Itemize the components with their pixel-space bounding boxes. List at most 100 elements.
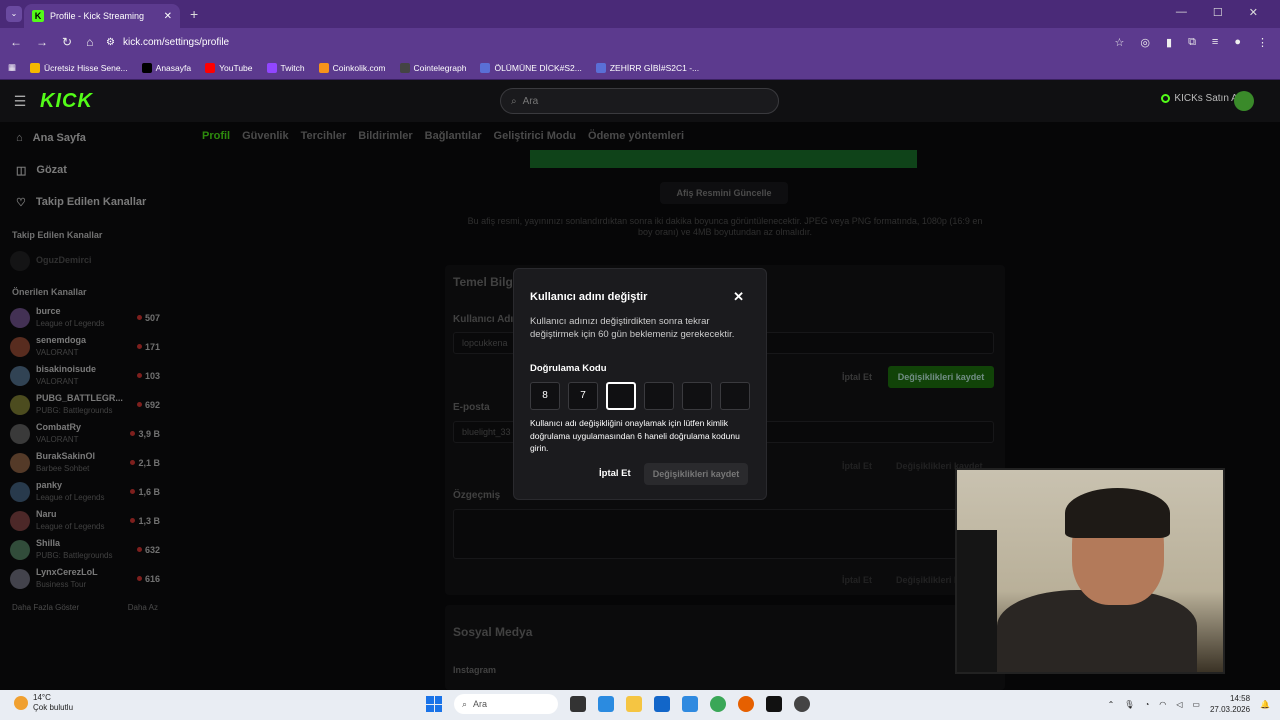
kicks-coin-icon [1161,94,1171,103]
maximize-icon[interactable]: ☐ [1213,6,1223,19]
bookmark-favicon-icon [595,62,606,73]
battery-icon[interactable]: ▭ [1192,700,1200,709]
mail-icon[interactable] [682,696,698,712]
bookmark-label: ZEHİRR GİBİ#S2C1 -... [609,62,700,73]
tab-title: Profile - Kick Streaming [50,11,145,21]
browser-tabbar: ⌄ K Profile - Kick Streaming ✕ + — ☐ ✕ [0,0,1280,28]
modal-title: Kullanıcı adını değiştir [530,291,648,303]
bookmark-favicon-icon [266,62,277,73]
wifi-icon[interactable]: ◠ [1159,700,1166,709]
taskbar-apps: ⌕ Ara [426,694,810,714]
back-icon[interactable]: ← [10,35,22,49]
system-tray: ⌃ 🎙 ◔ ◠ ◁ ▭ 14:58 27.03.2026 🔔 [1108,693,1270,715]
minimize-icon[interactable]: — [1176,6,1187,19]
chair [957,530,997,672]
code-digit-5[interactable] [682,382,712,410]
file-explorer-icon[interactable] [626,696,642,712]
verification-note: Kullanıcı adı değişikliğini onaylamak iç… [530,418,740,453]
browser-tab[interactable]: K Profile - Kick Streaming ✕ [24,4,180,28]
window-controls: — ☐ ✕ [1154,0,1280,25]
obs-icon[interactable] [794,696,810,712]
code-digit-2[interactable]: 7 [568,382,598,410]
search-icon: ⌕ [462,698,468,709]
verification-code-inputs: 8 7 [530,382,750,410]
kick-app-icon[interactable] [766,696,782,712]
taskbar-search[interactable]: ⌕ Ara [454,694,558,714]
buy-kicks-label: KICKs Satın Al [1174,93,1240,104]
bookmark-label: Coinkolik.com [332,62,386,73]
site-info-icon[interactable]: ⚙ [106,37,115,48]
bookmark-favicon-icon [205,62,216,73]
bookmark-item[interactable]: YouTube [205,62,253,73]
buy-kicks-button[interactable]: KICKs Satın Al [1161,93,1240,104]
new-tab-icon[interactable]: + [190,6,198,22]
extensions-icon[interactable]: ⧉ [1188,36,1196,49]
weather-temp: 14°C [33,693,51,702]
bookmark-star-icon[interactable]: ☆ [1115,36,1125,49]
modal-description: Kullanıcı adınızı değiştirdikten sonra t… [530,316,735,340]
weather-desc: Çok bulutlu [33,703,74,712]
bookmark-favicon-icon [30,62,41,73]
store-icon[interactable] [654,696,670,712]
firefox-icon[interactable] [738,696,754,712]
reload-icon[interactable]: ↻ [62,35,72,49]
tray-chevron-icon[interactable]: ⌃ [1108,700,1115,709]
bookmark-favicon-icon [480,62,491,73]
close-window-icon[interactable]: ✕ [1249,6,1258,19]
webcam-video [955,468,1225,674]
weather-widget[interactable]: 14°C Çok bulutlu [14,693,73,713]
bookmark-favicon-icon [399,62,410,73]
nav-buttons: ← → ↻ ⌂ [0,35,106,49]
profile-icon[interactable]: ● [1234,36,1241,49]
search-input[interactable]: ⌕ Ara [500,88,779,114]
bookmark-item[interactable]: ÖLÜMÜNE DİCK#S2... [480,62,582,73]
kick-logo[interactable]: KICK [40,90,93,113]
code-digit-3[interactable] [606,382,636,410]
tab-search-icon[interactable]: ⌄ [6,6,22,22]
media-icon[interactable]: ≡ [1212,36,1218,49]
network-icon[interactable]: ◔ [1144,700,1149,709]
bookmark-item[interactable]: Anasayfa [141,62,191,73]
bookmark-favicon-icon [318,62,329,73]
close-icon[interactable]: ✕ [733,289,744,305]
bookmark-item[interactable]: Coinkolik.com [318,62,386,73]
clock[interactable]: 14:58 27.03.2026 [1210,693,1250,715]
bookmark-label: Twitch [280,62,305,73]
task-view-icon[interactable] [570,696,586,712]
clock-date: 27.03.2026 [1209,705,1251,714]
bookmark-item[interactable]: Ücretsiz Hisse Sene... [30,62,128,73]
audio-icon[interactable]: ▮ [1166,36,1172,49]
bookmark-label: Ücretsiz Hisse Sene... [44,62,128,73]
chrome-icon[interactable] [710,696,726,712]
url-text: kick.com/settings/profile [122,36,230,48]
taskbar-search-label: Ara [473,699,488,709]
user-avatar[interactable] [1234,91,1254,111]
mic-icon[interactable]: 🎙 [1124,700,1134,709]
modal-save-button[interactable]: Değişiklikleri kaydet [644,463,748,485]
code-digit-4[interactable] [644,382,674,410]
copilot-icon[interactable] [598,696,614,712]
site-header: ☰ KICK ⌕ Ara KICKs Satın Al [0,80,1280,122]
weather-icon [14,696,28,710]
bookmark-item[interactable]: ZEHİRR GİBİ#S2C1 -... [595,62,700,73]
forward-icon[interactable]: → [36,35,48,49]
change-username-modal: Kullanıcı adını değiştir ✕ Kullanıcı adı… [513,268,767,500]
bookmark-favicon-icon [141,62,152,73]
home-browser-icon[interactable]: ⌂ [86,35,93,49]
volume-icon[interactable]: ◁ [1176,700,1182,709]
apps-icon[interactable]: ▦ [8,62,16,73]
close-tab-icon[interactable]: ✕ [164,11,172,22]
bookmark-label: Cointelegraph [413,62,467,73]
person-hair [1065,488,1170,538]
menu-icon[interactable]: ⋮ [1257,36,1268,49]
code-digit-1[interactable]: 8 [530,382,560,410]
url-field[interactable]: ⚙ kick.com/settings/profile [106,31,1115,53]
hamburger-icon[interactable]: ☰ [0,93,40,110]
code-digit-6[interactable] [720,382,750,410]
windows-start-icon[interactable] [426,696,442,712]
bookmark-item[interactable]: Cointelegraph [399,62,467,73]
notification-icon[interactable]: 🔔 [1260,700,1270,709]
extension-icon[interactable]: ◎ [1140,36,1150,49]
bookmark-item[interactable]: Twitch [266,62,305,73]
modal-cancel-button[interactable]: İptal Et [599,468,631,479]
